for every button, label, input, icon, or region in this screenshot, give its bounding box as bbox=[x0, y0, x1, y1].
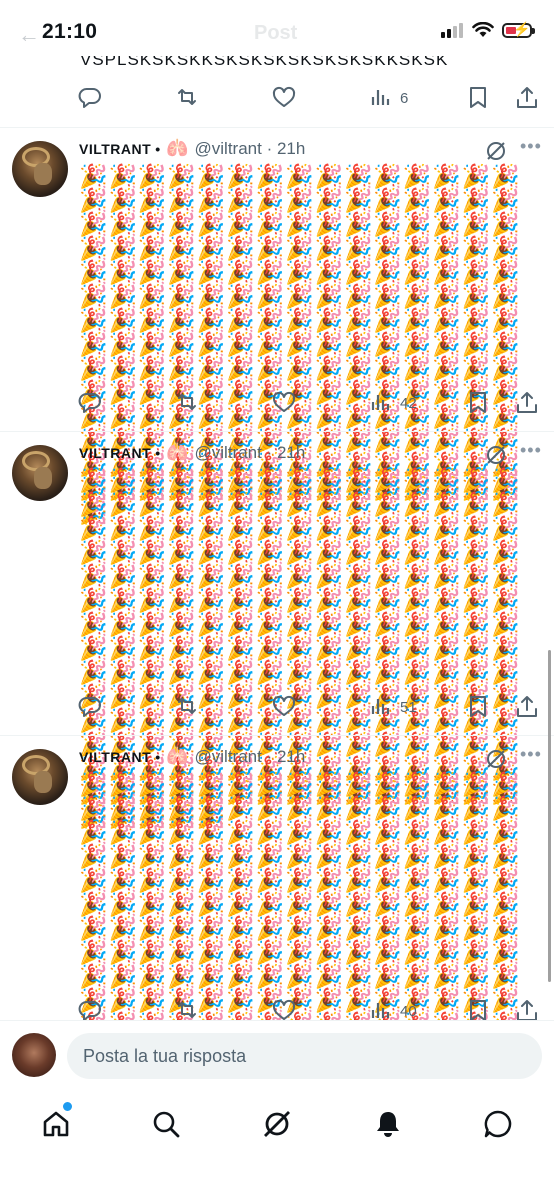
like-button[interactable] bbox=[271, 85, 297, 111]
home-notification-dot bbox=[62, 1101, 73, 1112]
grok-icon[interactable] bbox=[485, 444, 507, 466]
like-button[interactable] bbox=[271, 694, 297, 720]
notifications-icon bbox=[377, 1112, 399, 1137]
views-button[interactable]: 51 bbox=[368, 694, 417, 720]
divider bbox=[0, 735, 554, 736]
reply-button[interactable] bbox=[78, 694, 104, 720]
repost-icon bbox=[178, 89, 196, 105]
views-icon bbox=[371, 395, 390, 410]
search-icon bbox=[153, 1111, 180, 1138]
reply-icon bbox=[78, 88, 101, 108]
bookmark-button[interactable] bbox=[465, 694, 491, 720]
scrollbar[interactable] bbox=[548, 650, 551, 982]
avatar[interactable] bbox=[12, 141, 68, 197]
lungs-badge-icon: 🫁 bbox=[166, 746, 189, 766]
share-button[interactable] bbox=[514, 85, 540, 111]
handle-and-time[interactable]: @viltrant · 21h bbox=[195, 139, 306, 159]
tab-search[interactable] bbox=[146, 1104, 186, 1144]
more-options-icon[interactable]: ••• bbox=[520, 136, 542, 157]
views-button[interactable]: 42 bbox=[368, 390, 417, 416]
avatar[interactable] bbox=[12, 749, 68, 805]
repost-icon bbox=[178, 698, 196, 714]
view-count: 51 bbox=[400, 698, 417, 716]
reply-bar: Posta la tua risposta bbox=[0, 1020, 554, 1093]
page-title: Post bbox=[254, 22, 298, 44]
share-button[interactable] bbox=[514, 694, 540, 720]
share-icon bbox=[517, 696, 537, 717]
cellular-signal-icon bbox=[441, 23, 463, 38]
divider bbox=[0, 431, 554, 432]
view-count: 6 bbox=[400, 89, 409, 107]
battery-icon: ⚡ bbox=[502, 21, 535, 38]
heart-icon bbox=[272, 695, 296, 716]
more-options-icon[interactable]: ••• bbox=[520, 440, 542, 461]
bookmark-button[interactable] bbox=[465, 85, 491, 111]
bookmark-button[interactable] bbox=[465, 390, 491, 416]
post-actions: 51 bbox=[72, 691, 542, 721]
reply-input[interactable]: Posta la tua risposta bbox=[67, 1033, 542, 1079]
handle-and-time[interactable]: @viltrant · 21h bbox=[195, 747, 306, 767]
repost-button[interactable] bbox=[174, 694, 200, 720]
display-name[interactable]: VILTRANT bbox=[79, 141, 151, 157]
share-icon bbox=[517, 392, 537, 413]
grok-icon[interactable] bbox=[485, 140, 507, 162]
display-name[interactable]: VILTRANT bbox=[79, 749, 151, 765]
view-count: 42 bbox=[400, 394, 417, 412]
grok-icon[interactable] bbox=[485, 748, 507, 770]
post-actions: 42 bbox=[72, 387, 542, 417]
grok-icon bbox=[264, 1111, 290, 1137]
reply-button[interactable] bbox=[78, 390, 104, 416]
like-button[interactable] bbox=[271, 390, 297, 416]
views-button[interactable]: 6 bbox=[368, 85, 408, 111]
display-name[interactable]: VILTRANT bbox=[79, 445, 151, 461]
reply-icon bbox=[78, 393, 101, 413]
bottom-tab-bar bbox=[0, 1092, 554, 1199]
post-actions: 6 bbox=[72, 82, 542, 112]
avatar[interactable] bbox=[12, 445, 68, 501]
messages-icon bbox=[484, 1110, 512, 1138]
back-arrow-icon[interactable]: ← bbox=[18, 22, 40, 48]
bullet: • bbox=[155, 748, 161, 765]
view-count: 40 bbox=[400, 1002, 417, 1020]
reply-placeholder: Posta la tua risposta bbox=[83, 1045, 247, 1066]
more-options-icon[interactable]: ••• bbox=[520, 744, 542, 765]
bullet: • bbox=[155, 140, 161, 157]
heart-icon bbox=[272, 86, 296, 107]
repost-icon bbox=[178, 394, 196, 410]
lungs-badge-icon: 🫁 bbox=[166, 442, 189, 462]
lungs-badge-icon: 🫁 bbox=[166, 138, 189, 158]
handle-and-time[interactable]: @viltrant · 21h bbox=[195, 443, 306, 463]
views-icon bbox=[371, 90, 390, 105]
status-time: 21:10 bbox=[42, 20, 98, 43]
reply-button[interactable] bbox=[78, 85, 104, 111]
post-text-fragment: VSPLSKSKSKKSKSKSKSKSKSKSKKSKSK bbox=[80, 56, 449, 69]
views-icon bbox=[371, 699, 390, 714]
tab-notifications[interactable] bbox=[368, 1104, 408, 1144]
bookmark-icon bbox=[470, 87, 486, 108]
user-avatar[interactable] bbox=[12, 1033, 56, 1077]
tab-messages[interactable] bbox=[478, 1104, 518, 1144]
share-button[interactable] bbox=[514, 390, 540, 416]
divider bbox=[0, 127, 554, 128]
repost-button[interactable] bbox=[174, 85, 200, 111]
bookmark-icon bbox=[470, 392, 486, 413]
tab-grok[interactable] bbox=[257, 1104, 297, 1144]
bullet: • bbox=[155, 444, 161, 461]
reply-icon bbox=[78, 697, 101, 717]
repost-button[interactable] bbox=[174, 390, 200, 416]
heart-icon bbox=[272, 391, 296, 412]
wifi-icon bbox=[472, 22, 494, 37]
bookmark-icon bbox=[470, 696, 486, 717]
share-icon bbox=[517, 87, 537, 108]
home-icon bbox=[43, 1111, 69, 1137]
